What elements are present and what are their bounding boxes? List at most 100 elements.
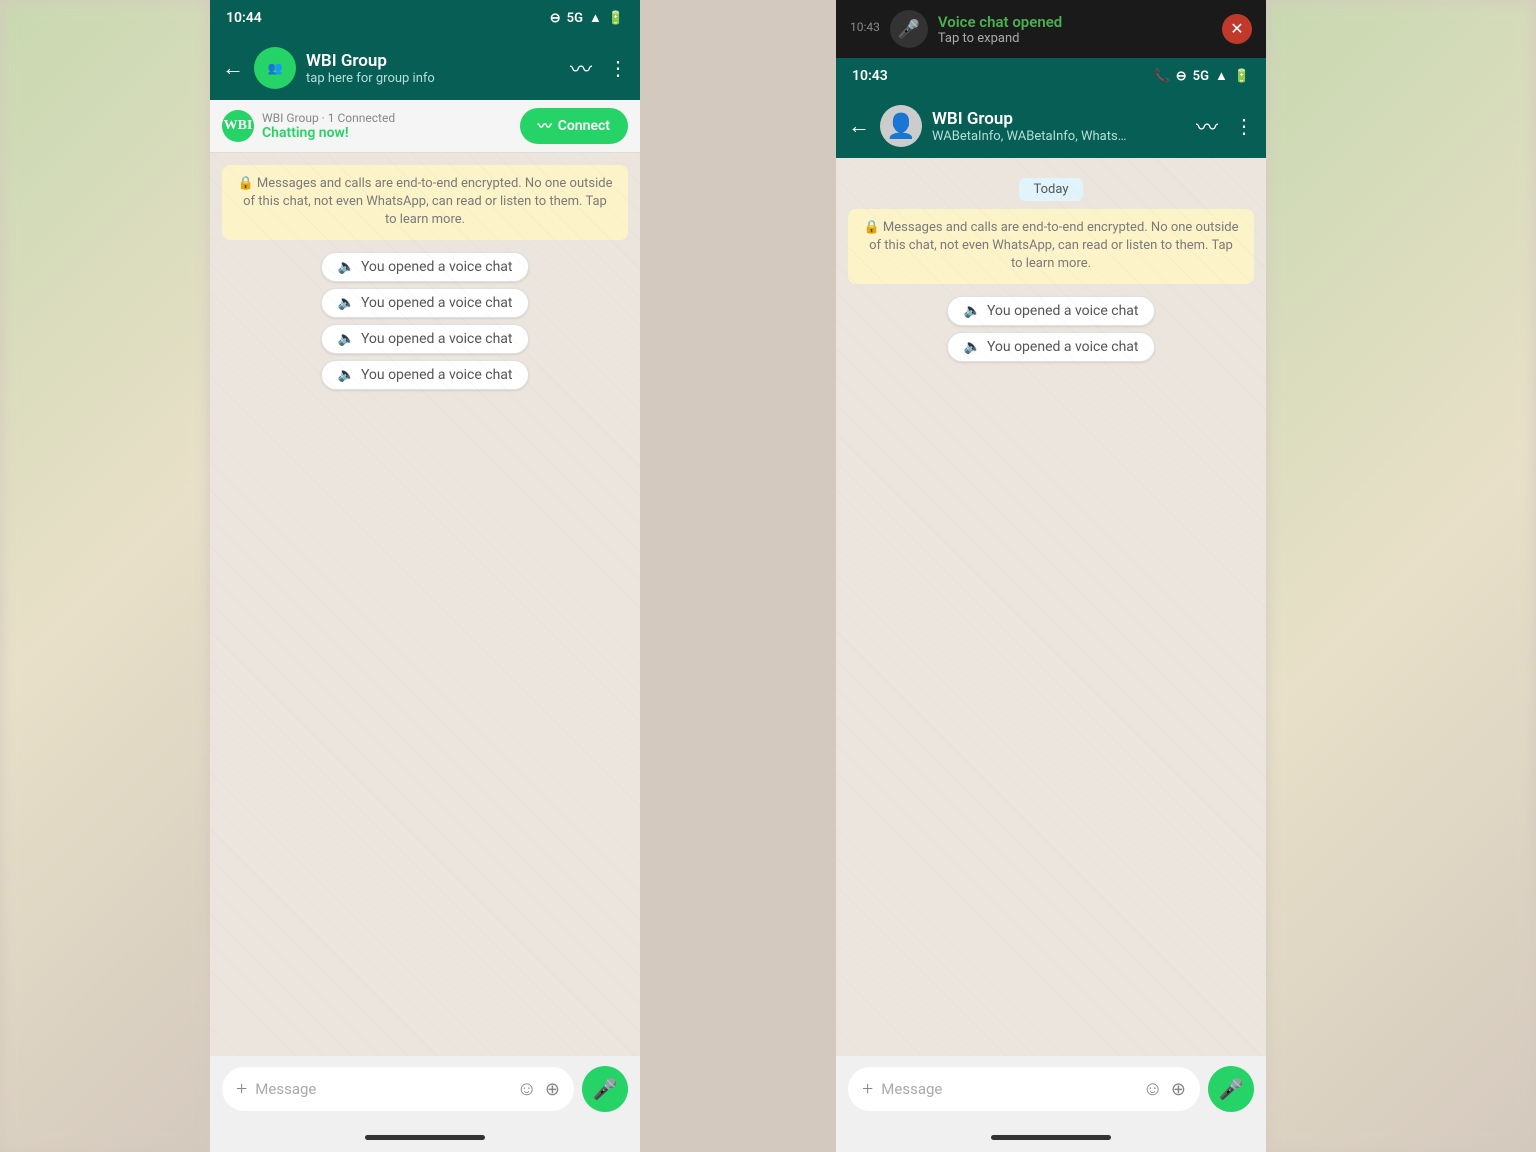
header-icons-left: 〰 ⋮ — [570, 52, 628, 84]
close-icon: ✕ — [1230, 19, 1243, 39]
chatting-now-label: Chatting now! — [262, 125, 512, 141]
voice-chat-text-r1: You opened a voice chat — [987, 303, 1139, 319]
voice-chat-banner: WBI WBI Group · 1 Connected Chatting now… — [210, 100, 640, 153]
voice-chat-pill-4: 🔈 You opened a voice chat — [321, 360, 530, 390]
chat-header-right[interactable]: ← 👤 WBI Group WABetaInfo, WABetaInfo, Wh… — [836, 94, 1266, 158]
notif-subtitle: Tap to expand — [938, 31, 1212, 46]
voice-chat-pill-1: 🔈 You opened a voice chat — [321, 252, 530, 282]
mic-notif-icon: 🎤 — [898, 19, 920, 40]
do-not-disturb-icon: ⊖ — [550, 11, 561, 26]
header-info-right: WBI Group WABetaInfo, WABetaInfo, Whats… — [932, 109, 1186, 144]
emoji-icon-right[interactable]: ☺ — [1142, 1078, 1162, 1101]
wbi-text: WBI — [224, 118, 253, 134]
status-icons-left: ⊖ 5G ▲ 🔋 — [550, 10, 624, 26]
mic-icon-left: 🎤 — [593, 1077, 618, 1102]
voice-chat-pill-r2: 🔈 You opened a voice chat — [947, 332, 1156, 362]
wbi-icon: WBI — [222, 110, 254, 142]
phone-left: 10:44 ⊖ 5G ▲ 🔋 ← 👥 WBI Group tap here fo… — [210, 0, 640, 1152]
plus-icon-left[interactable]: + — [236, 1078, 247, 1101]
signal-bars-icon: ▲ — [589, 10, 602, 26]
nav-pill-left — [365, 1135, 485, 1140]
group-avatar-right: 👤 — [880, 105, 922, 147]
encryption-notice-right: 🔒 Messages and calls are end-to-end encr… — [848, 209, 1254, 284]
message-placeholder-left[interactable]: Message — [255, 1080, 508, 1098]
group-name-left: WBI Group — [306, 51, 560, 71]
group-avatar-left: 👥 — [254, 47, 296, 89]
notif-time: 10:43 — [850, 20, 880, 34]
more-options-icon[interactable]: ⋮ — [608, 56, 628, 81]
connect-button[interactable]: 〰 Connect — [520, 108, 628, 144]
voice-chat-text-2: You opened a voice chat — [361, 295, 513, 311]
group-members: WABetaInfo, WABetaInfo, Whats… — [932, 129, 1186, 144]
input-area-left: + Message ☺ ⊕ 🎤 — [210, 1056, 640, 1122]
notif-text-block: Voice chat opened Tap to expand — [938, 13, 1212, 46]
camera-icon-left[interactable]: ⊕ — [545, 1079, 560, 1100]
time-right: 10:43 — [852, 68, 888, 84]
notification-banner[interactable]: 10:43 🎤 Voice chat opened Tap to expand … — [836, 0, 1266, 58]
phone-right: 10:43 🎤 Voice chat opened Tap to expand … — [836, 0, 1266, 1152]
voice-chat-text-r2: You opened a voice chat — [987, 339, 1139, 355]
do-not-disturb-icon-r: ⊖ — [1176, 69, 1187, 84]
speaker-icon-r2: 🔈 — [964, 339, 981, 355]
chat-area-right: Today 🔒 Messages and calls are end-to-en… — [836, 158, 1266, 1056]
group-name-right: WBI Group — [932, 109, 1186, 129]
mic-button-right[interactable]: 🎤 — [1208, 1066, 1254, 1112]
input-area-right: + Message ☺ ⊕ 🎤 — [836, 1056, 1266, 1122]
mic-button-left[interactable]: 🎤 — [582, 1066, 628, 1112]
speaker-icon-3: 🔈 — [338, 331, 355, 347]
signal-5g-icon: 5G — [567, 11, 583, 26]
today-badge: Today — [1019, 178, 1082, 201]
status-icons-right: 📞 ⊖ 5G ▲ 🔋 — [1154, 68, 1250, 84]
header-icons-right: 〰 ⋮ — [1196, 110, 1254, 142]
notif-close-button[interactable]: ✕ — [1222, 14, 1252, 44]
status-bar-right: 10:43 📞 ⊖ 5G ▲ 🔋 — [836, 58, 1266, 94]
nav-pill-right — [991, 1135, 1111, 1140]
speaker-icon-2: 🔈 — [338, 295, 355, 311]
notif-title: Voice chat opened — [938, 13, 1212, 31]
chat-area-left: 🔒 Messages and calls are end-to-end encr… — [210, 153, 640, 1056]
notif-mic-icon: 🎤 — [890, 10, 928, 48]
waveform-icon-r[interactable]: 〰 — [1196, 110, 1218, 142]
plus-icon-right[interactable]: + — [862, 1078, 873, 1101]
connect-wave-icon: 〰 — [538, 116, 552, 136]
signal-bars-icon-r: ▲ — [1215, 68, 1228, 84]
nav-bar-right — [836, 1122, 1266, 1152]
call-icon: 📞 — [1154, 69, 1170, 84]
encryption-notice-left: 🔒 Messages and calls are end-to-end encr… — [222, 165, 628, 240]
message-input-box-left[interactable]: + Message ☺ ⊕ — [222, 1067, 574, 1111]
message-input-box-right[interactable]: + Message ☺ ⊕ — [848, 1067, 1200, 1111]
voice-chat-text-1: You opened a voice chat — [361, 259, 513, 275]
connect-label: Connect — [558, 118, 610, 134]
screens-container: 10:44 ⊖ 5G ▲ 🔋 ← 👥 WBI Group tap here fo… — [210, 0, 1266, 1152]
voice-chat-pill-3: 🔈 You opened a voice chat — [321, 324, 530, 354]
voice-chat-text-4: You opened a voice chat — [361, 367, 513, 383]
waveform-icon[interactable]: 〰 — [570, 52, 592, 84]
header-info-left: WBI Group tap here for group info — [306, 51, 560, 86]
today-label: Today — [848, 178, 1254, 201]
camera-icon-right[interactable]: ⊕ — [1171, 1079, 1186, 1100]
back-icon-right[interactable]: ← — [848, 113, 870, 139]
avatar-icon: 👥 — [268, 61, 283, 76]
speaker-icon-r1: 🔈 — [964, 303, 981, 319]
banner-text: WBI Group · 1 Connected Chatting now! — [262, 111, 512, 141]
voice-chat-text-3: You opened a voice chat — [361, 331, 513, 347]
message-placeholder-right[interactable]: Message — [881, 1080, 1134, 1098]
back-icon[interactable]: ← — [222, 55, 244, 81]
battery-icon: 🔋 — [608, 11, 624, 26]
speaker-icon-1: 🔈 — [338, 259, 355, 275]
time-left: 10:44 — [226, 10, 262, 26]
banner-group-label: WBI Group · 1 Connected — [262, 111, 512, 125]
chat-header-left[interactable]: ← 👥 WBI Group tap here for group info 〰 … — [210, 36, 640, 100]
more-options-icon-r[interactable]: ⋮ — [1234, 114, 1254, 139]
battery-icon-r: 🔋 — [1234, 69, 1250, 84]
voice-chat-pill-2: 🔈 You opened a voice chat — [321, 288, 530, 318]
nav-bar-left — [210, 1122, 640, 1152]
emoji-icon-left[interactable]: ☺ — [516, 1078, 536, 1101]
group-tap-info: tap here for group info — [306, 71, 560, 86]
background-right — [1266, 0, 1536, 1152]
status-bar-left: 10:44 ⊖ 5G ▲ 🔋 — [210, 0, 640, 36]
signal-5g-icon-r: 5G — [1193, 69, 1209, 84]
avatar-person-icon: 👤 — [886, 112, 916, 141]
speaker-icon-4: 🔈 — [338, 367, 355, 383]
background-left — [0, 0, 210, 1152]
